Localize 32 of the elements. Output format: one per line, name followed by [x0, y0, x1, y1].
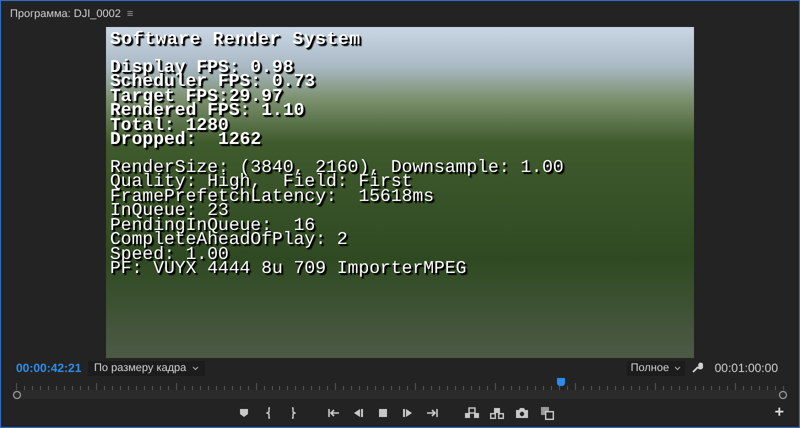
duration-timecode: 00:01:00:00	[714, 360, 778, 377]
overlay-detail-line: CompleteAheadOfPlay: 2	[110, 233, 349, 248]
brace-icon	[291, 407, 296, 419]
overlay-stat-line: Display FPS: 0.98	[110, 60, 294, 75]
playhead-handle[interactable]	[557, 378, 566, 386]
current-timecode[interactable]: 00:00:42:21	[16, 359, 88, 377]
chevron-down-icon	[192, 366, 200, 370]
quality-dropdown[interactable]: Полное	[626, 360, 685, 376]
panel-menu-button[interactable]: ≡	[126, 8, 134, 20]
overlay-stat-line: Rendered FPS: 1.10	[110, 104, 306, 118]
camera-icon	[514, 406, 529, 420]
zoom-handle[interactable]	[779, 390, 787, 398]
zoom-handle[interactable]	[13, 390, 21, 398]
overlay-stat-line: Dropped: 1262	[110, 133, 262, 148]
panel-title: Программа: DJI_0002	[10, 6, 121, 22]
add-button[interactable]: +	[774, 405, 784, 421]
chevron-down-icon	[674, 366, 681, 370]
overlay-detail-line: Speed: 1.00	[110, 248, 229, 262]
brace-icon	[266, 407, 272, 419]
wrench-icon[interactable]	[690, 362, 703, 374]
overlay-stat-line: Scheduler FPS: 0.73	[110, 75, 316, 90]
go-to-in-icon	[326, 406, 340, 420]
overlay-detail-line: InQueue: 23	[110, 204, 229, 218]
overlay-title: Software Render System	[110, 33, 362, 48]
compare-icon	[540, 406, 554, 420]
extract-icon	[490, 406, 504, 420]
lift-icon	[464, 406, 479, 420]
overlay-detail-line: FramePrefetchLatency: 15618ms	[110, 190, 436, 204]
overlay-detail-line: Quality: High, Field: First	[110, 175, 412, 190]
overlay-detail-line: PF: VUYX 4444 8u 709 ImporterMPEG	[110, 262, 468, 276]
go-to-out-icon	[426, 406, 440, 420]
zoom-dropdown[interactable]: По размеру кадра	[88, 360, 206, 376]
